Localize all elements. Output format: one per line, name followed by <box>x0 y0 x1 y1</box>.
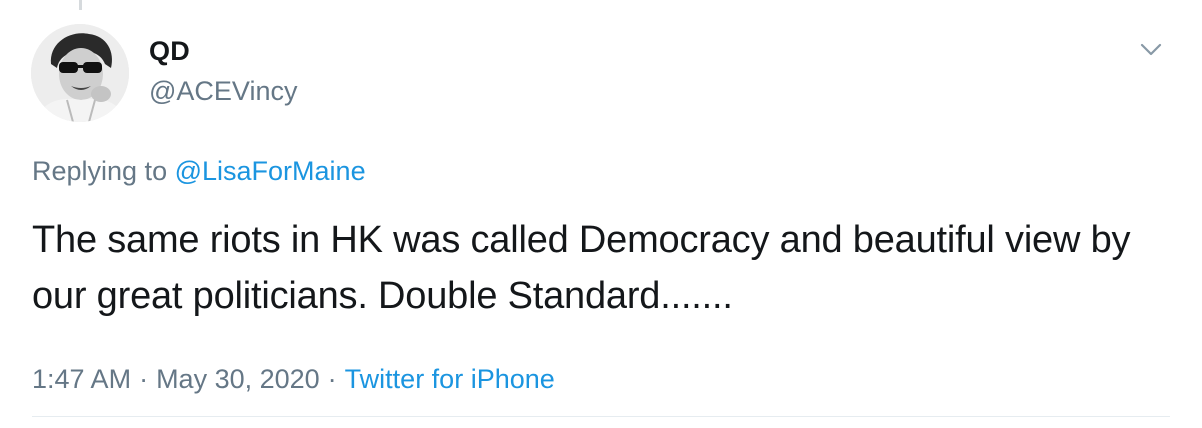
display-name[interactable]: QD <box>149 36 297 66</box>
user-handle[interactable]: @ACEVincy <box>149 76 297 106</box>
thread-connector-line <box>79 0 82 10</box>
meta-separator: · <box>327 364 337 394</box>
author-block[interactable]: QD @ACEVincy <box>149 36 297 106</box>
replying-to-label: Replying to <box>32 156 168 186</box>
more-options-button[interactable] <box>1136 34 1166 64</box>
tweet-date[interactable]: May 30, 2020 <box>156 364 320 394</box>
tweet-text: The same riots in HK was called Democrac… <box>32 219 1131 317</box>
tweet-source-link[interactable]: Twitter for iPhone <box>345 364 555 394</box>
tweet-time[interactable]: 1:47 AM <box>32 364 131 394</box>
avatar-photo-icon <box>31 24 129 122</box>
replying-to: Replying to @LisaForMaine <box>32 155 366 187</box>
chevron-down-icon <box>1140 43 1162 56</box>
mention-link[interactable]: @LisaForMaine <box>175 156 366 186</box>
tweet-meta: 1:47 AM · May 30, 2020 · Twitter for iPhone <box>32 362 555 396</box>
tweet-card: QD @ACEVincy Replying to @LisaForMaine T… <box>0 0 1202 428</box>
avatar[interactable] <box>31 24 129 122</box>
divider <box>32 416 1170 417</box>
meta-separator: · <box>139 364 149 394</box>
